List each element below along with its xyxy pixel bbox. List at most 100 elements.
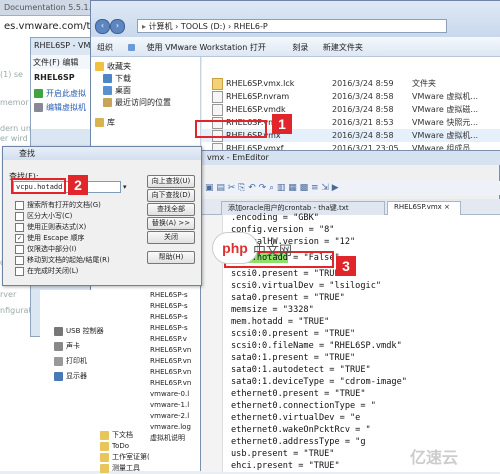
file-icon xyxy=(212,103,223,116)
code-line: .encoding = "GBK" xyxy=(231,213,319,223)
chevron-down-icon[interactable]: ▾ xyxy=(123,183,127,191)
replace-button[interactable]: 替换(A) >> xyxy=(147,217,195,230)
folder-icon xyxy=(212,77,223,90)
code-line: ethernet0.addressType = "g xyxy=(231,437,366,447)
code-line: ehci.present = "TRUE" xyxy=(231,461,340,471)
checkbox-escape[interactable]: ✓ 使用 Escape 顺序 xyxy=(15,233,84,244)
file-row[interactable]: RHEL6SP.vmx.lck 2016/3/24 8:59 文件夹 xyxy=(202,77,500,90)
code-line: scsi0.virtualDev = "lsilogic" xyxy=(231,281,382,291)
tree-folder[interactable]: 工作室证第( xyxy=(40,452,150,463)
nav-recent[interactable]: 最近访问的位置 xyxy=(95,97,196,109)
code-line: sata0:1.present = "TRUE" xyxy=(231,353,356,363)
emeditor-window: vmx - EmEditor ▣ ▤ ✂ ⎘ ↶ ↷ ⌕ ▥ ▦ ▩ ≡ ⇲ ▶… xyxy=(200,150,500,472)
callout-3: 3 xyxy=(336,256,356,276)
corner-watermark: 亿速云 xyxy=(410,450,459,467)
annotation-box-vmx xyxy=(195,120,267,138)
checkbox[interactable] xyxy=(15,255,24,265)
star-icon xyxy=(95,62,104,71)
checkbox[interactable] xyxy=(15,200,24,210)
browser-text-line: dern und xyxy=(0,124,30,133)
explorer-header: ‹ › ▸ 计算机 › TOOLS (D:) › RHEL6-P xyxy=(91,1,500,37)
open-vmware-button[interactable]: 使用 VMware Workstation 打开 xyxy=(127,43,278,52)
file-icon xyxy=(212,90,223,103)
find-down-button[interactable]: 向下查找(D) xyxy=(147,189,195,202)
code-line: sata0:1.deviceType = "cdrom-image" xyxy=(231,377,407,387)
device-usb[interactable]: USB 控制器 xyxy=(40,326,150,337)
file-list: RHEL6SP.vmx.lck 2016/3/24 8:59 文件夹 RHEL6SP… xyxy=(202,57,500,157)
checkbox-selection[interactable]: 仅限选中部分(I) xyxy=(15,244,77,255)
device-printer[interactable]: 打印机 xyxy=(40,356,150,367)
play-icon xyxy=(34,89,43,98)
folder-icon xyxy=(100,441,109,451)
checkbox[interactable] xyxy=(15,266,24,276)
sound-icon xyxy=(54,341,63,351)
menu-edit[interactable]: 编辑 xyxy=(62,58,78,67)
burn-button[interactable]: 刻录 xyxy=(292,43,308,52)
annotation-box-find xyxy=(11,178,66,194)
browser-text-line: memor xyxy=(0,98,29,107)
checkbox-match-case[interactable]: 区分大小写(C) xyxy=(15,211,72,222)
emeditor-toolbar: ▣ ▤ ✂ ⎘ ↶ ↷ ⌕ ▥ ▦ ▩ ≡ ⇲ ▶ xyxy=(201,181,500,195)
address-bar[interactable]: ▸ 计算机 › TOOLS (D:) › RHEL6-P xyxy=(137,19,447,33)
checkbox-checked[interactable]: ✓ xyxy=(15,233,24,243)
checkbox-close-on-done[interactable]: 在完成时关闭(L) xyxy=(15,266,78,277)
code-line: ethernet0.connectionType = " xyxy=(231,401,376,411)
code-line: memsize = "3328" xyxy=(231,305,314,315)
checkbox[interactable] xyxy=(15,244,24,254)
back-button[interactable]: ‹ xyxy=(95,19,110,34)
settings-icon xyxy=(34,103,43,112)
checkbox[interactable] xyxy=(15,222,24,232)
printer-icon xyxy=(54,356,63,366)
file-row[interactable]: RHEL6SP.nvram 2016/3/24 8:58 VMware 虚拟机... xyxy=(202,90,500,103)
checkbox-regex[interactable]: 使用正则表达式(X) xyxy=(15,222,86,233)
vmware-icon xyxy=(127,44,135,51)
checkbox-all-docs[interactable]: 搜索所有打开的文档(G) xyxy=(15,200,101,211)
find-up-button[interactable]: 向上查找(U) xyxy=(147,175,195,188)
checkbox[interactable] xyxy=(15,211,24,221)
nav-downloads[interactable]: 下载 xyxy=(95,73,196,85)
find-all-button[interactable]: 查找全部 xyxy=(147,203,195,216)
monitor-icon xyxy=(54,371,63,381)
tree-folder[interactable]: 下文档 xyxy=(40,430,150,441)
recent-icon xyxy=(103,98,112,107)
php-logo-text: 中文网 xyxy=(253,244,293,259)
library-icon xyxy=(95,118,104,127)
code-line: mem.hotadd = "TRUE" xyxy=(231,317,330,327)
php-logo: php xyxy=(212,232,258,264)
checkbox-move-start[interactable]: 移动到文档的起始/结尾(R) xyxy=(15,255,110,266)
file-row[interactable]: RHEL6SP.vmdk 2016/3/24 8:58 VMware 虚拟磁... xyxy=(202,103,500,116)
folder-icon xyxy=(100,463,109,473)
download-icon xyxy=(103,74,112,83)
tree-folder[interactable]: ToDo xyxy=(40,441,150,452)
forward-button[interactable]: › xyxy=(110,19,125,34)
new-folder-button[interactable]: 新建文件夹 xyxy=(323,43,363,52)
menu-file[interactable]: 文件(F) xyxy=(33,58,60,67)
code-line: usb.present = "TRUE" xyxy=(231,449,335,459)
nav-favorites[interactable]: 收藏夹 xyxy=(95,61,196,73)
folder-icon xyxy=(100,430,109,440)
find-dialog-title: 查找 xyxy=(3,147,201,160)
browser-text-line: rver xyxy=(0,290,17,299)
code-line: ethernet0.present = "TRUE" xyxy=(231,389,366,399)
code-line: sata0.present = "TRUE" xyxy=(231,293,345,303)
desktop-icon xyxy=(103,86,112,95)
browser-text-line: (1) se xyxy=(0,70,23,79)
help-button[interactable]: 帮助(H) xyxy=(147,251,195,264)
device-sound[interactable]: 声卡 xyxy=(40,341,150,352)
code-line: scsi0:0.present = "TRUE" xyxy=(231,329,356,339)
code-line: ethernet0.virtualDev = "e xyxy=(231,413,361,423)
browser-text-line: nfigurati xyxy=(0,306,30,315)
toolbar-icons[interactable]: ▣ ▤ ✂ ⎘ ↶ ↷ ⌕ ▥ ▦ ▩ ≡ ⇲ ▶ xyxy=(205,183,339,193)
nav-libraries[interactable]: 库 xyxy=(95,117,196,129)
find-dialog: 查找 查找(F): vcpu.hotadd ▾ 向上查找(U) 向下查找(D) … xyxy=(2,146,202,286)
device-display[interactable]: 显示器 xyxy=(40,371,150,382)
close-button[interactable]: 关闭 xyxy=(147,231,195,244)
device-list: USB 控制器 声卡 打印机 显示器 下文档 ToDo 工作室证第( 测量工具 xyxy=(40,290,150,473)
code-line: scsi0:0.fileName = "RHEL6SP.vmdk" xyxy=(231,341,402,351)
usb-icon xyxy=(54,326,63,336)
emeditor-title: vmx - EmEditor xyxy=(201,151,500,165)
nav-desktop[interactable]: 桌面 xyxy=(95,85,196,97)
organize-button[interactable]: 组织 xyxy=(97,43,113,52)
callout-1: 1 xyxy=(272,114,292,134)
tree-folder[interactable]: 测量工具 xyxy=(40,463,150,474)
